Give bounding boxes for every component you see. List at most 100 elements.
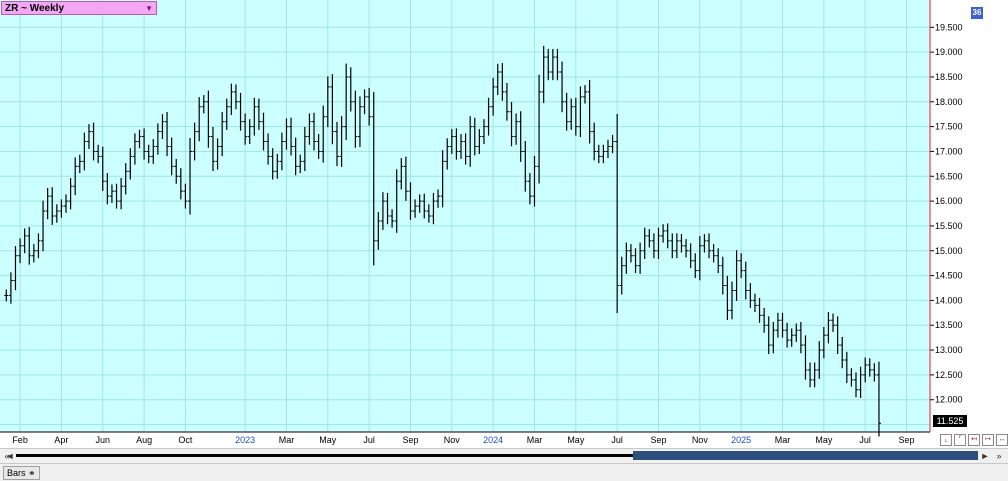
ohlc-bar	[670, 233, 675, 259]
x-tick-label: Sep	[402, 435, 418, 445]
ohlc-bar	[224, 98, 229, 130]
ohlc-bar	[514, 113, 519, 145]
ohlc-bar	[50, 187, 55, 225]
ohlc-bar	[210, 126, 215, 172]
ohlc-bar	[132, 133, 137, 165]
x-tick-label: Apr	[54, 435, 68, 445]
ohlc-bar	[307, 113, 312, 145]
ohlc-bar	[661, 224, 666, 243]
zoom-out-icon[interactable]: ⌞	[940, 434, 952, 446]
reset-view-icon[interactable]: ↔	[996, 434, 1008, 446]
zoom-in-icon[interactable]: ⌜	[954, 434, 966, 446]
ohlc-bar	[486, 97, 491, 136]
x-tick-label: Jun	[95, 435, 110, 445]
ohlc-bar	[31, 244, 36, 263]
ohlc-bar	[146, 144, 151, 164]
ohlc-bar	[298, 154, 303, 174]
dropdown-arrow-icon[interactable]: ▼	[145, 2, 153, 16]
ohlc-bar	[688, 243, 693, 269]
x-tick-label: 2023	[235, 435, 255, 445]
ohlc-bar	[647, 229, 652, 248]
ohlc-bar	[385, 192, 390, 225]
ohlc-bar	[605, 139, 610, 159]
ohlc-bar	[831, 313, 836, 332]
chart-title: ZR ~ Weekly	[5, 3, 65, 14]
y-tick-label: 12.000	[935, 395, 963, 405]
ohlc-bar	[109, 184, 114, 203]
ohlc-bar	[835, 316, 840, 355]
ohlc-bar	[495, 63, 500, 96]
ohlc-bar	[261, 112, 266, 151]
ohlc-bar	[633, 248, 638, 274]
ohlc-bar	[436, 189, 441, 208]
ohlc-bar	[491, 77, 496, 116]
ohlc-bar	[468, 116, 473, 167]
ohlc-bar	[440, 150, 445, 208]
chart-title-selector[interactable]: ZR ~ Weekly ▼	[1, 1, 157, 15]
ohlc-bar	[596, 144, 601, 164]
scroll-far-right-button[interactable]: »	[992, 449, 1006, 463]
ohlc-bar	[266, 133, 271, 165]
ohlc-bar	[798, 322, 803, 354]
scroll-start-icon[interactable]: ↤	[968, 434, 980, 446]
x-tick-label: 2024	[483, 435, 503, 445]
ohlc-bar	[743, 261, 748, 300]
y-tick-label: 15.000	[935, 246, 963, 256]
ohlc-bar	[578, 86, 583, 138]
y-tick-label: 16.000	[935, 196, 963, 206]
scroll-left-button[interactable]: ◄	[3, 449, 17, 463]
ohlc-bar	[569, 98, 574, 130]
ohlc-bar	[757, 297, 762, 323]
ohlc-bar	[8, 272, 13, 304]
scroll-end-icon[interactable]: ↦	[982, 434, 994, 446]
scroll-right-button[interactable]: ►	[978, 449, 992, 463]
ohlc-bar	[334, 121, 339, 167]
x-tick-label: Nov	[692, 435, 709, 445]
ohlc-bar	[100, 146, 105, 191]
bars-tab[interactable]: Bars ⚭	[3, 466, 40, 480]
ohlc-bar	[243, 113, 248, 145]
ohlc-bar	[192, 122, 197, 161]
ohlc-bar	[128, 148, 133, 180]
ohlc-bar	[817, 341, 822, 379]
ohlc-bar	[417, 194, 422, 213]
y-tick-label: 12.500	[935, 370, 963, 380]
ohlc-bar	[624, 242, 629, 274]
ohlc-bar	[77, 154, 82, 174]
y-tick-label: 15.500	[935, 221, 963, 231]
ohlc-bar	[45, 187, 50, 220]
ohlc-bar	[592, 122, 597, 161]
ohlc-bar	[256, 98, 261, 130]
ohlc-bar	[13, 246, 18, 291]
y-tick-label: 17.000	[935, 146, 963, 156]
ohlc-bar	[220, 111, 225, 157]
ohlc-bar	[840, 336, 845, 369]
ohlc-bar	[803, 335, 808, 380]
ohlc-bar	[348, 67, 353, 112]
bars-tab-label: Bars	[7, 468, 26, 478]
ohlc-bar	[339, 116, 344, 167]
ohlc-bar	[477, 129, 482, 154]
ohlc-bar	[481, 119, 486, 144]
ohlc-bar	[876, 361, 881, 437]
ohlc-bar	[573, 97, 578, 136]
ohlc-bar	[821, 326, 826, 359]
navigation-bar: « ◄ ► »	[0, 448, 1008, 463]
ohlc-bar	[537, 74, 542, 184]
ohlc-bar	[284, 118, 289, 150]
ohlc-bar	[716, 248, 721, 274]
ohlc-bar	[105, 173, 110, 205]
ohlc-bar	[638, 242, 643, 274]
settings-badge[interactable]: 36	[971, 7, 983, 19]
ohlc-bar	[863, 357, 868, 383]
ohlc-bar	[91, 122, 96, 161]
ohlc-bar	[697, 236, 702, 281]
ohlc-bar	[523, 141, 528, 192]
ohlc-bar	[59, 199, 64, 218]
ohlc-bar	[238, 92, 243, 131]
ohlc-bar	[766, 316, 771, 355]
ohlc-bar	[4, 289, 9, 302]
ohlc-bar	[500, 63, 505, 101]
scrollbar-thumb[interactable]	[633, 451, 978, 460]
ohlc-bar	[693, 253, 698, 279]
